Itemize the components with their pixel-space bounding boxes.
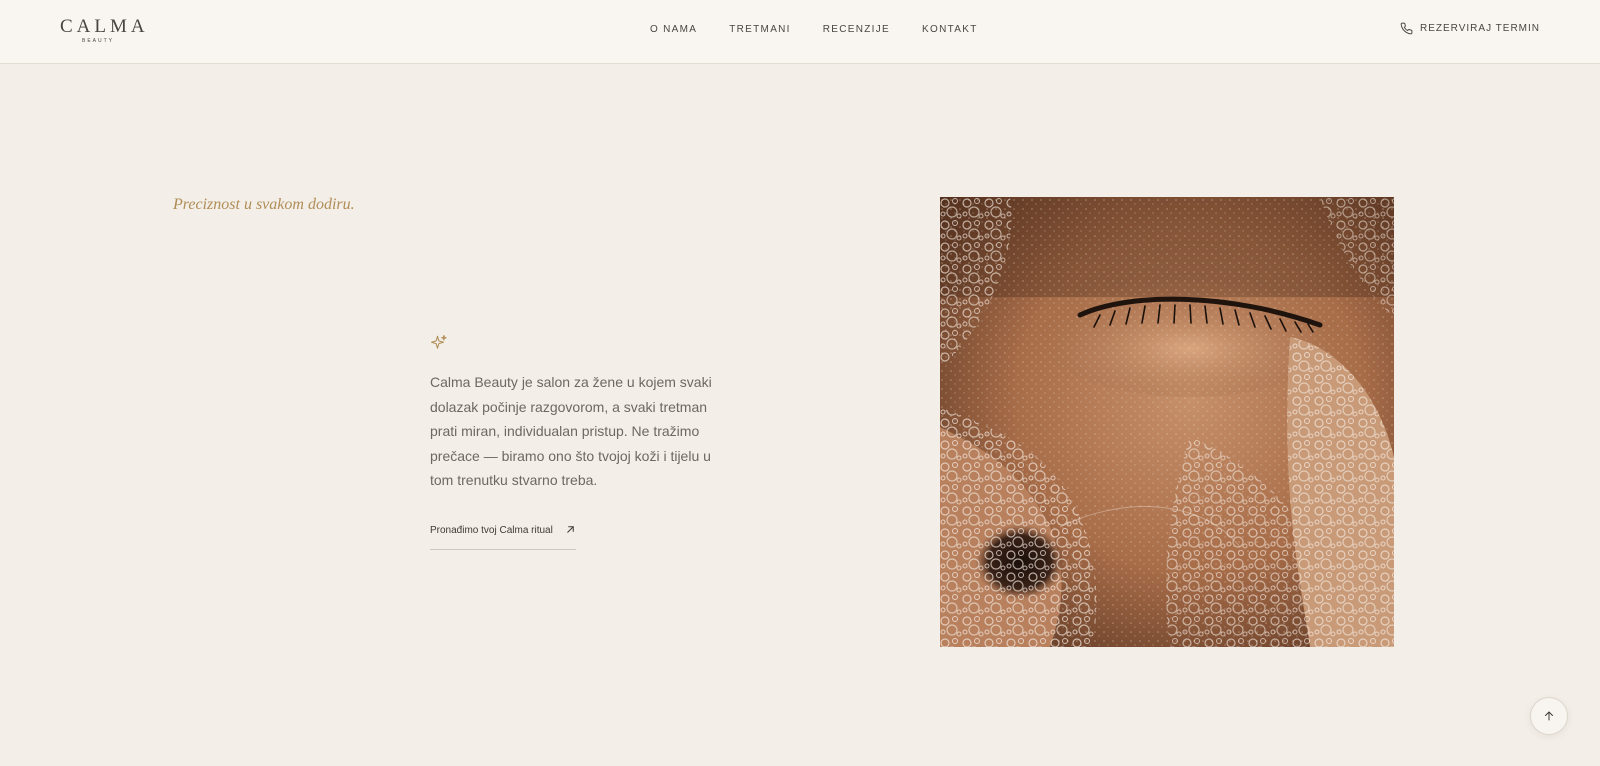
brand-subname: BEAUTY bbox=[81, 38, 114, 44]
site-header: CALMA BEAUTY O NAMA TRETMANI RECENZIJE K… bbox=[0, 0, 1600, 64]
book-appointment-button[interactable]: REZERVIRAJ TERMIN bbox=[1400, 22, 1540, 35]
face-foam-illustration bbox=[940, 197, 1394, 647]
hero-face-photo bbox=[940, 197, 1394, 647]
nav-item-tretmani[interactable]: TRETMANI bbox=[729, 24, 791, 36]
book-appointment-label: REZERVIRAJ TERMIN bbox=[1420, 23, 1540, 34]
nav-item-o-nama[interactable]: O NAMA bbox=[650, 24, 697, 36]
hero-tagline: Preciznost u svakom dodiru. bbox=[173, 196, 355, 213]
arrow-up-right-icon bbox=[567, 526, 574, 533]
nav-item-recenzije[interactable]: RECENZIJE bbox=[823, 24, 890, 36]
find-ritual-label: Pronađimo tvoj Calma ritual bbox=[430, 525, 553, 536]
nav-item-kontakt[interactable]: KONTAKT bbox=[922, 24, 978, 36]
hero-intro-text: Calma Beauty je salon za žene u kojem sv… bbox=[430, 374, 712, 488]
scroll-to-top-button[interactable] bbox=[1530, 697, 1568, 735]
arrow-up-icon bbox=[1545, 711, 1553, 721]
phone-icon bbox=[1400, 22, 1413, 35]
main-nav: O NAMA TRETMANI RECENZIJE KONTAKT bbox=[650, 24, 978, 36]
find-ritual-link[interactable]: Pronađimo tvoj Calma ritual bbox=[430, 524, 576, 550]
brand-logo[interactable]: CALMA BEAUTY bbox=[60, 16, 149, 44]
sparkle-icon bbox=[430, 334, 447, 349]
brand-name: CALMA bbox=[60, 16, 149, 37]
